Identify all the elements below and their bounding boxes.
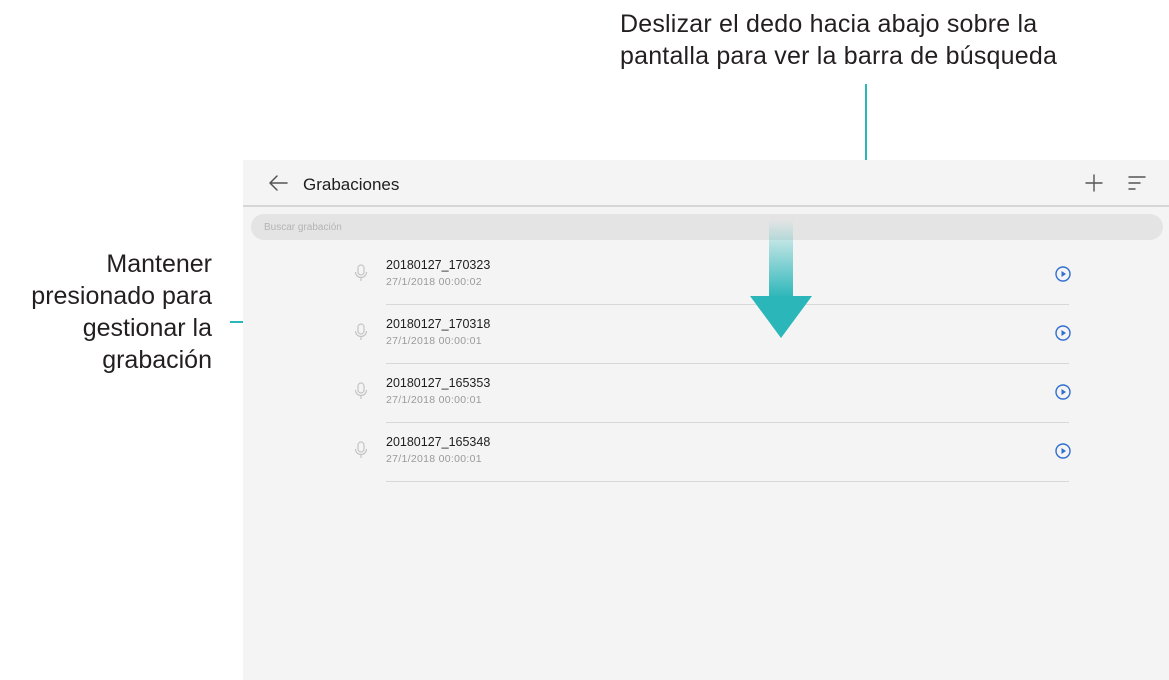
play-icon[interactable] (1055, 443, 1071, 459)
search-input[interactable] (251, 214, 1144, 240)
row-divider (386, 481, 1069, 482)
recording-meta: 27/1/2018 00:00:01 (386, 453, 482, 465)
search-bar[interactable] (251, 214, 1163, 240)
recording-row[interactable]: 20180127_165353 27/1/2018 00:00:01 (243, 364, 1169, 423)
recording-name: 20180127_170323 (386, 258, 491, 272)
plus-icon[interactable] (1085, 174, 1103, 192)
play-icon[interactable] (1055, 266, 1071, 282)
microphone-icon (354, 382, 368, 400)
long-press-callout: Mantener presionado para gestionar la gr… (31, 250, 212, 374)
recording-meta: 27/1/2018 00:00:01 (386, 335, 482, 347)
microphone-icon (354, 441, 368, 459)
recording-name: 20180127_165348 (386, 435, 491, 449)
recording-meta: 27/1/2018 00:00:02 (386, 276, 482, 288)
recording-meta: 27/1/2018 00:00:01 (386, 394, 482, 406)
page-title: Grabaciones (303, 175, 400, 194)
play-icon[interactable] (1055, 384, 1071, 400)
recording-name: 20180127_165353 (386, 376, 491, 390)
arrow-left-icon[interactable] (267, 173, 289, 193)
recording-name: 20180127_170318 (386, 317, 491, 331)
swipe-down-arrow-icon (750, 220, 812, 338)
swipe-down-callout: Deslizar el dedo hacia abajo sobre la pa… (620, 10, 1058, 70)
microphone-icon (354, 323, 368, 341)
recording-row[interactable]: 20180127_170323 27/1/2018 00:00:02 (243, 246, 1169, 305)
recording-row[interactable]: 20180127_165348 27/1/2018 00:00:01 (243, 423, 1169, 482)
sort-icon[interactable] (1127, 175, 1147, 191)
app-bar-divider (243, 205, 1169, 207)
recording-row[interactable]: 20180127_170318 27/1/2018 00:00:01 (243, 305, 1169, 364)
play-icon[interactable] (1055, 325, 1071, 341)
microphone-icon (354, 264, 368, 282)
recordings-screen: Grabaciones 20180127_170323 27/1/201 (243, 160, 1169, 680)
app-bar: Grabaciones (243, 160, 1169, 206)
